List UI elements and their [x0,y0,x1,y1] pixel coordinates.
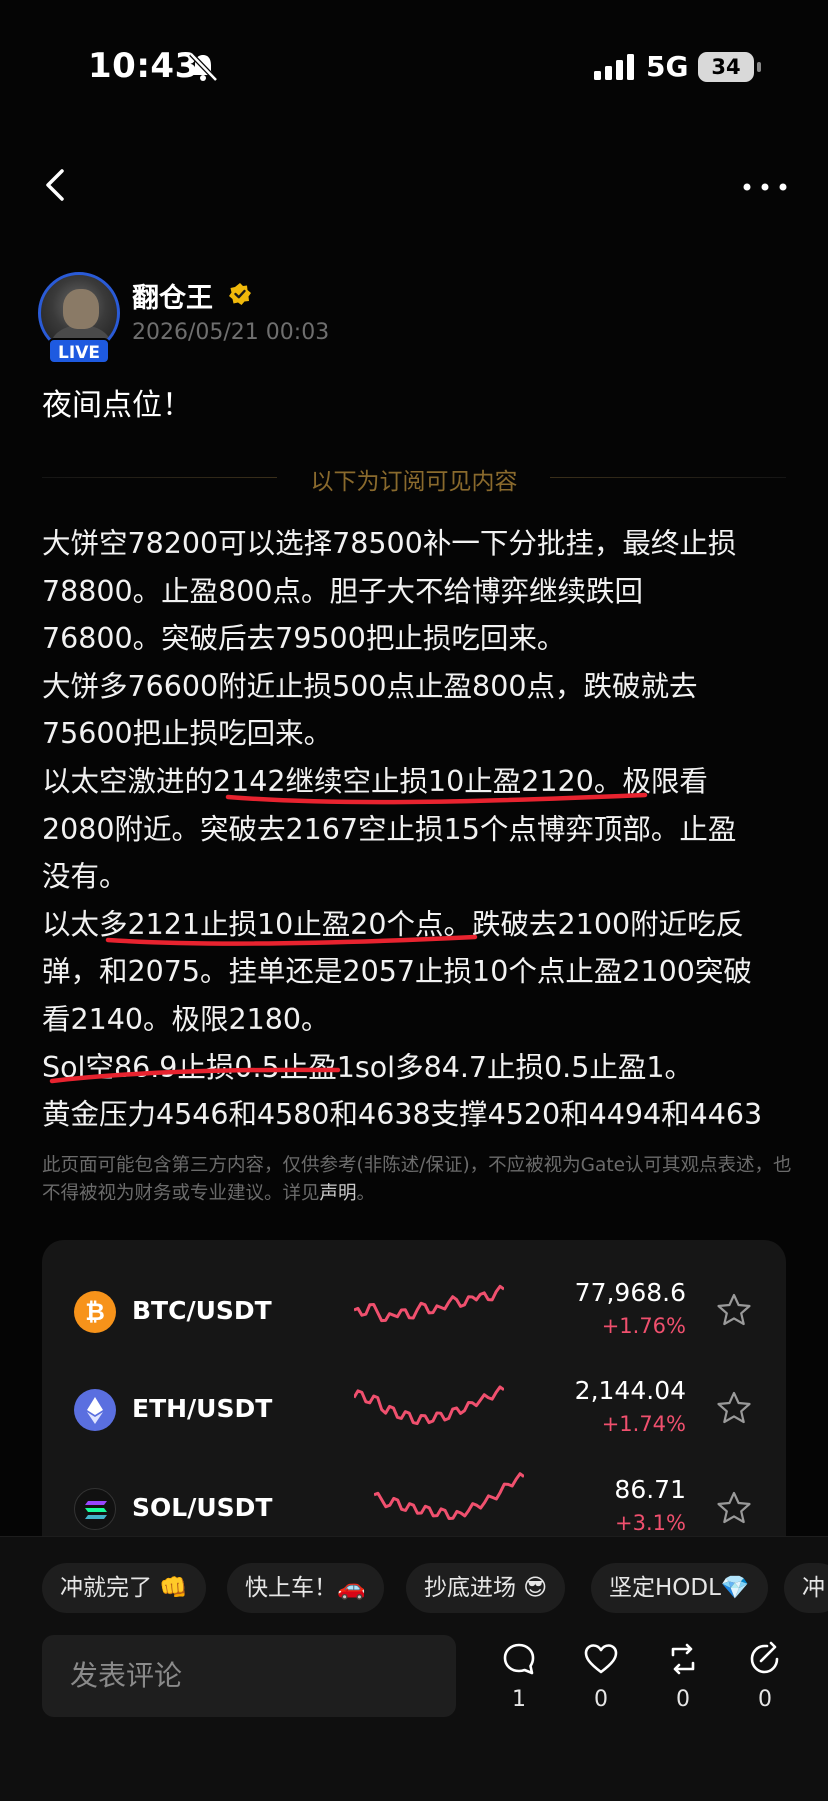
market-row-btc[interactable]: ₿ BTC/USDT 77,968.6 +1.76% [42,1240,786,1340]
sparkline-series [354,1284,504,1323]
more-options-icon[interactable] [742,182,788,192]
comment-input[interactable]: 发表评论 [42,1635,456,1717]
bitcoin-icon: ₿ [74,1291,116,1333]
quick-reply-chip[interactable]: 快上车！🚗 [227,1563,384,1613]
sparkline-series [354,1385,504,1426]
pair-name: SOL/USDT [132,1493,273,1522]
post-line: 大饼空78200可以选择78500补一下分批挂，最终止损 [42,527,737,560]
market-card: ₿ BTC/USDT 77,968.6 +1.76% ETH/USDT 2,14… [42,1240,786,1540]
price: 2,144.04 [574,1376,686,1405]
post-title: 夜间点位！ [42,388,192,423]
like-button[interactable]: 0 [576,1641,626,1712]
post-line: 以太多2121止损10止盈20个点。跌破去2100附近吃反 [42,907,745,941]
solana-icon [74,1488,116,1530]
repost-button[interactable]: 0 [658,1641,708,1712]
price-change: +1.76% [601,1314,686,1338]
market-row-eth[interactable]: ETH/USDT 2,144.04 +1.74% [42,1340,786,1440]
comment-button[interactable]: 1 [494,1641,544,1712]
battery-tip [757,62,761,72]
post-line: Sol空86.9止损0.5止盈1sol多84.7止损0.5止盈1。 [42,1050,693,1084]
post-timestamp: 2026/05/21 00:03 [132,320,330,345]
post-body: 大饼空78200可以选择78500补一下分批挂，最终止损 78800。止盈800… [42,520,802,1139]
disclaimer-text: 此页面可能包含第三方内容，仅供参考(非陈述/保证)，不应被视为Gate认可其观点… [42,1155,792,1204]
verified-badge-icon [229,283,251,305]
market-row-sol[interactable]: SOL/USDT 86.71 +3.1% [42,1440,786,1540]
post-line: 黄金压力4546和4580和4638支撑4520和4494和4463 [42,1098,763,1132]
star-icon[interactable] [716,1292,752,1328]
pair-name: BTC/USDT [132,1296,272,1325]
share-count: 0 [758,1687,772,1712]
price: 86.71 [614,1475,686,1504]
author-name[interactable]: 翻仓王 [132,276,213,315]
live-badge: LIVE [48,338,110,364]
quick-reply-chip[interactable]: 坚定HODL💎 [591,1563,768,1613]
post-line: 78800。止盈800点。胆子大不给博弈继续跌回 [42,574,644,608]
bell-muted-icon [189,52,218,82]
quick-reply-chip[interactable]: 冲 [784,1563,828,1613]
post-line: 弹，和2075。挂单还是2057止损10个点止盈2100突破 [42,955,752,989]
disclaimer-end: 。 [356,1183,376,1204]
share-button[interactable]: 0 [740,1641,790,1712]
sparkline [374,1472,524,1520]
like-count: 0 [594,1687,608,1712]
disclaimer: 此页面可能包含第三方内容，仅供参考(非陈述/保证)，不应被视为Gate认可其观点… [42,1152,792,1208]
divider-line-left [42,477,277,478]
signal-icon [594,54,634,80]
repost-icon [671,1643,695,1675]
back-icon[interactable] [40,165,70,205]
quick-reply-chip[interactable]: 冲就完了 👊 [42,1563,206,1613]
battery-icon: 34 [698,52,754,82]
star-icon[interactable] [716,1490,752,1526]
avatar-face [63,289,99,329]
post-line: 看2140。极限2180。 [42,1002,330,1036]
network-type: 5G [646,50,689,83]
price-change: +1.74% [601,1412,686,1436]
status-bar: 10:43 5G 34 [0,0,828,130]
heart-icon [584,1644,618,1674]
sparkline [354,1385,504,1426]
post-line: 没有。 [42,860,128,894]
share-icon [750,1641,779,1674]
subscriber-divider-label: 以下为订阅可见内容 [310,469,518,495]
bottom-bar: 冲就完了 👊 快上车！🚗 抄底进场 😎 坚定HODL💎 冲 发表评论 1 0 0… [0,1536,828,1801]
sparkline-series [374,1472,524,1520]
comment-count: 1 [512,1687,526,1712]
post-line: 大饼多76600附近止损500点止盈800点，跌破就去 [42,669,698,703]
price-change: +3.1% [615,1511,686,1535]
star-icon[interactable] [716,1390,752,1426]
repost-count: 0 [676,1687,690,1712]
status-time: 10:43 [88,46,199,86]
pair-name: ETH/USDT [132,1394,273,1423]
post-line: 75600把止损吃回来。 [42,717,333,751]
ethereum-icon [74,1389,116,1431]
post-line: 2080附近。突破去2167空止损15个点博弈顶部。止盈 [42,812,737,846]
post-line: 76800。突破后去79500把止损吃回来。 [42,622,566,656]
price: 77,968.6 [574,1278,686,1307]
quick-reply-chip[interactable]: 抄底进场 😎 [406,1563,566,1613]
comment-icon [503,1643,535,1675]
post-line: 以太空激进的2142继续空止损10止盈2120。极限看 [42,764,708,798]
divider-line-right [550,477,786,478]
sparkline [354,1284,504,1323]
disclaimer-link[interactable]: 声明 [320,1183,357,1204]
